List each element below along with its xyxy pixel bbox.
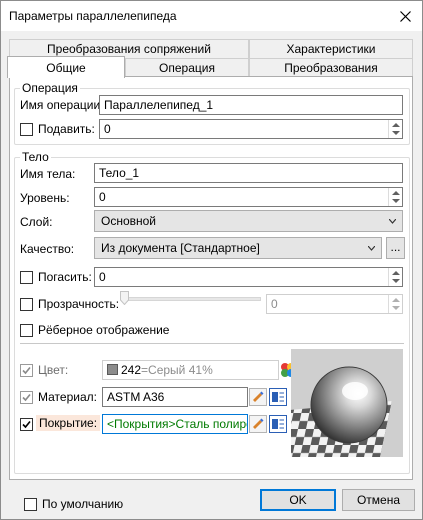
suppress-label: Подавить: [38,122,95,136]
transparency-spin-buttons[interactable] [388,295,402,313]
hide-spin-buttons[interactable] [388,268,402,286]
material-label: Материал: [38,390,97,404]
chevron-down-icon [389,219,396,224]
quality-label: Качество: [20,242,75,256]
level-spin-buttons[interactable] [388,188,402,206]
color-label: Цвет: [38,363,69,377]
color-checkbox[interactable] [20,364,33,377]
transparency-slider-track[interactable] [125,297,261,301]
default-checkbox[interactable] [24,498,37,511]
coating-checkbox[interactable] [20,418,33,431]
quality-more-button[interactable]: ... [386,237,405,259]
hide-label: Погасить: [38,270,92,284]
cancel-button[interactable]: Отмена [342,489,415,511]
ok-button[interactable]: OK [260,489,336,511]
coating-label: Покрытие: [36,415,101,431]
close-button[interactable] [388,1,422,31]
hide-checkbox[interactable] [20,271,33,284]
body-group-title: Тело [20,150,51,164]
body-name-input[interactable]: Тело_1 [94,163,403,183]
color-swatch [107,364,118,375]
suppress-value: 0 [104,122,111,136]
material-checkbox[interactable] [20,391,33,404]
default-label: По умолчанию [42,497,124,511]
dialog-window: Параметры параллелепипеда Преобразования… [0,0,423,520]
coating-field[interactable]: <Покрытия>Сталь полиров [102,414,248,434]
properties-icon[interactable] [269,388,287,406]
tab-label: Операция [159,61,215,75]
layer-value: Основной [101,214,157,228]
title-bar: Параметры параллелепипеда [1,1,422,31]
edge-display-checkbox[interactable] [20,324,33,337]
layer-label: Слой: [20,215,53,229]
level-spinbox[interactable]: 0 [94,187,403,207]
level-label: Уровень: [20,191,70,205]
suppress-spin-buttons[interactable] [388,120,402,138]
tab-label: Преобразования сопряжений [47,42,211,56]
tab-general[interactable]: Общие [7,56,125,78]
edge-display-label: Рёберное отображение [38,323,170,337]
operation-group-title: Операция [20,81,80,95]
hide-spinbox[interactable]: 0 [94,267,403,287]
level-value: 0 [99,190,106,204]
transparency-value: 0 [271,297,278,311]
operation-name-label: Имя операции: [20,98,104,112]
suppress-spinbox[interactable]: 0 [99,119,403,139]
close-icon [399,10,411,22]
ok-button-label: OK [289,493,307,507]
body-name-label: Имя тела: [20,167,76,181]
transparency-checkbox[interactable] [20,298,33,311]
divider [20,343,404,344]
edit-icon[interactable] [249,388,267,406]
operation-name-input[interactable]: Параллелепипед_1 [99,95,403,115]
window-title: Параметры параллелепипеда [9,9,177,23]
color-name: =Серый 41% [141,363,213,377]
color-field[interactable]: 242=Серый 41% [102,360,279,380]
quality-value: Из документа [Стандартное] [101,241,260,255]
layer-select[interactable]: Основной [94,210,403,232]
material-preview-image [291,349,403,457]
tab-characteristics[interactable]: Характеристики [249,39,413,58]
transparency-label: Прозрачность: [38,297,120,311]
checkmark-icon [22,366,31,375]
transparency-slider-thumb[interactable] [120,291,129,305]
tab-label: Преобразования [284,61,378,75]
quality-select[interactable]: Из документа [Стандартное] [94,237,382,259]
material-field[interactable]: ASTM A36 [102,387,248,407]
tab-operation[interactable]: Операция [125,58,249,77]
chevron-down-icon [368,246,375,251]
suppress-checkbox[interactable] [20,123,33,136]
checkmark-icon [22,393,31,402]
tab-label: Характеристики [286,42,376,56]
tab-transforms[interactable]: Преобразования [249,58,413,77]
cancel-button-label: Отмена [356,493,401,507]
edit-icon[interactable] [249,415,267,433]
color-number: 242 [121,363,142,377]
transparency-spinbox[interactable]: 0 [266,294,403,314]
hide-value: 0 [99,270,106,284]
checkmark-icon [22,420,31,429]
tab-label: Общие [46,60,86,75]
properties-icon[interactable] [269,415,287,433]
